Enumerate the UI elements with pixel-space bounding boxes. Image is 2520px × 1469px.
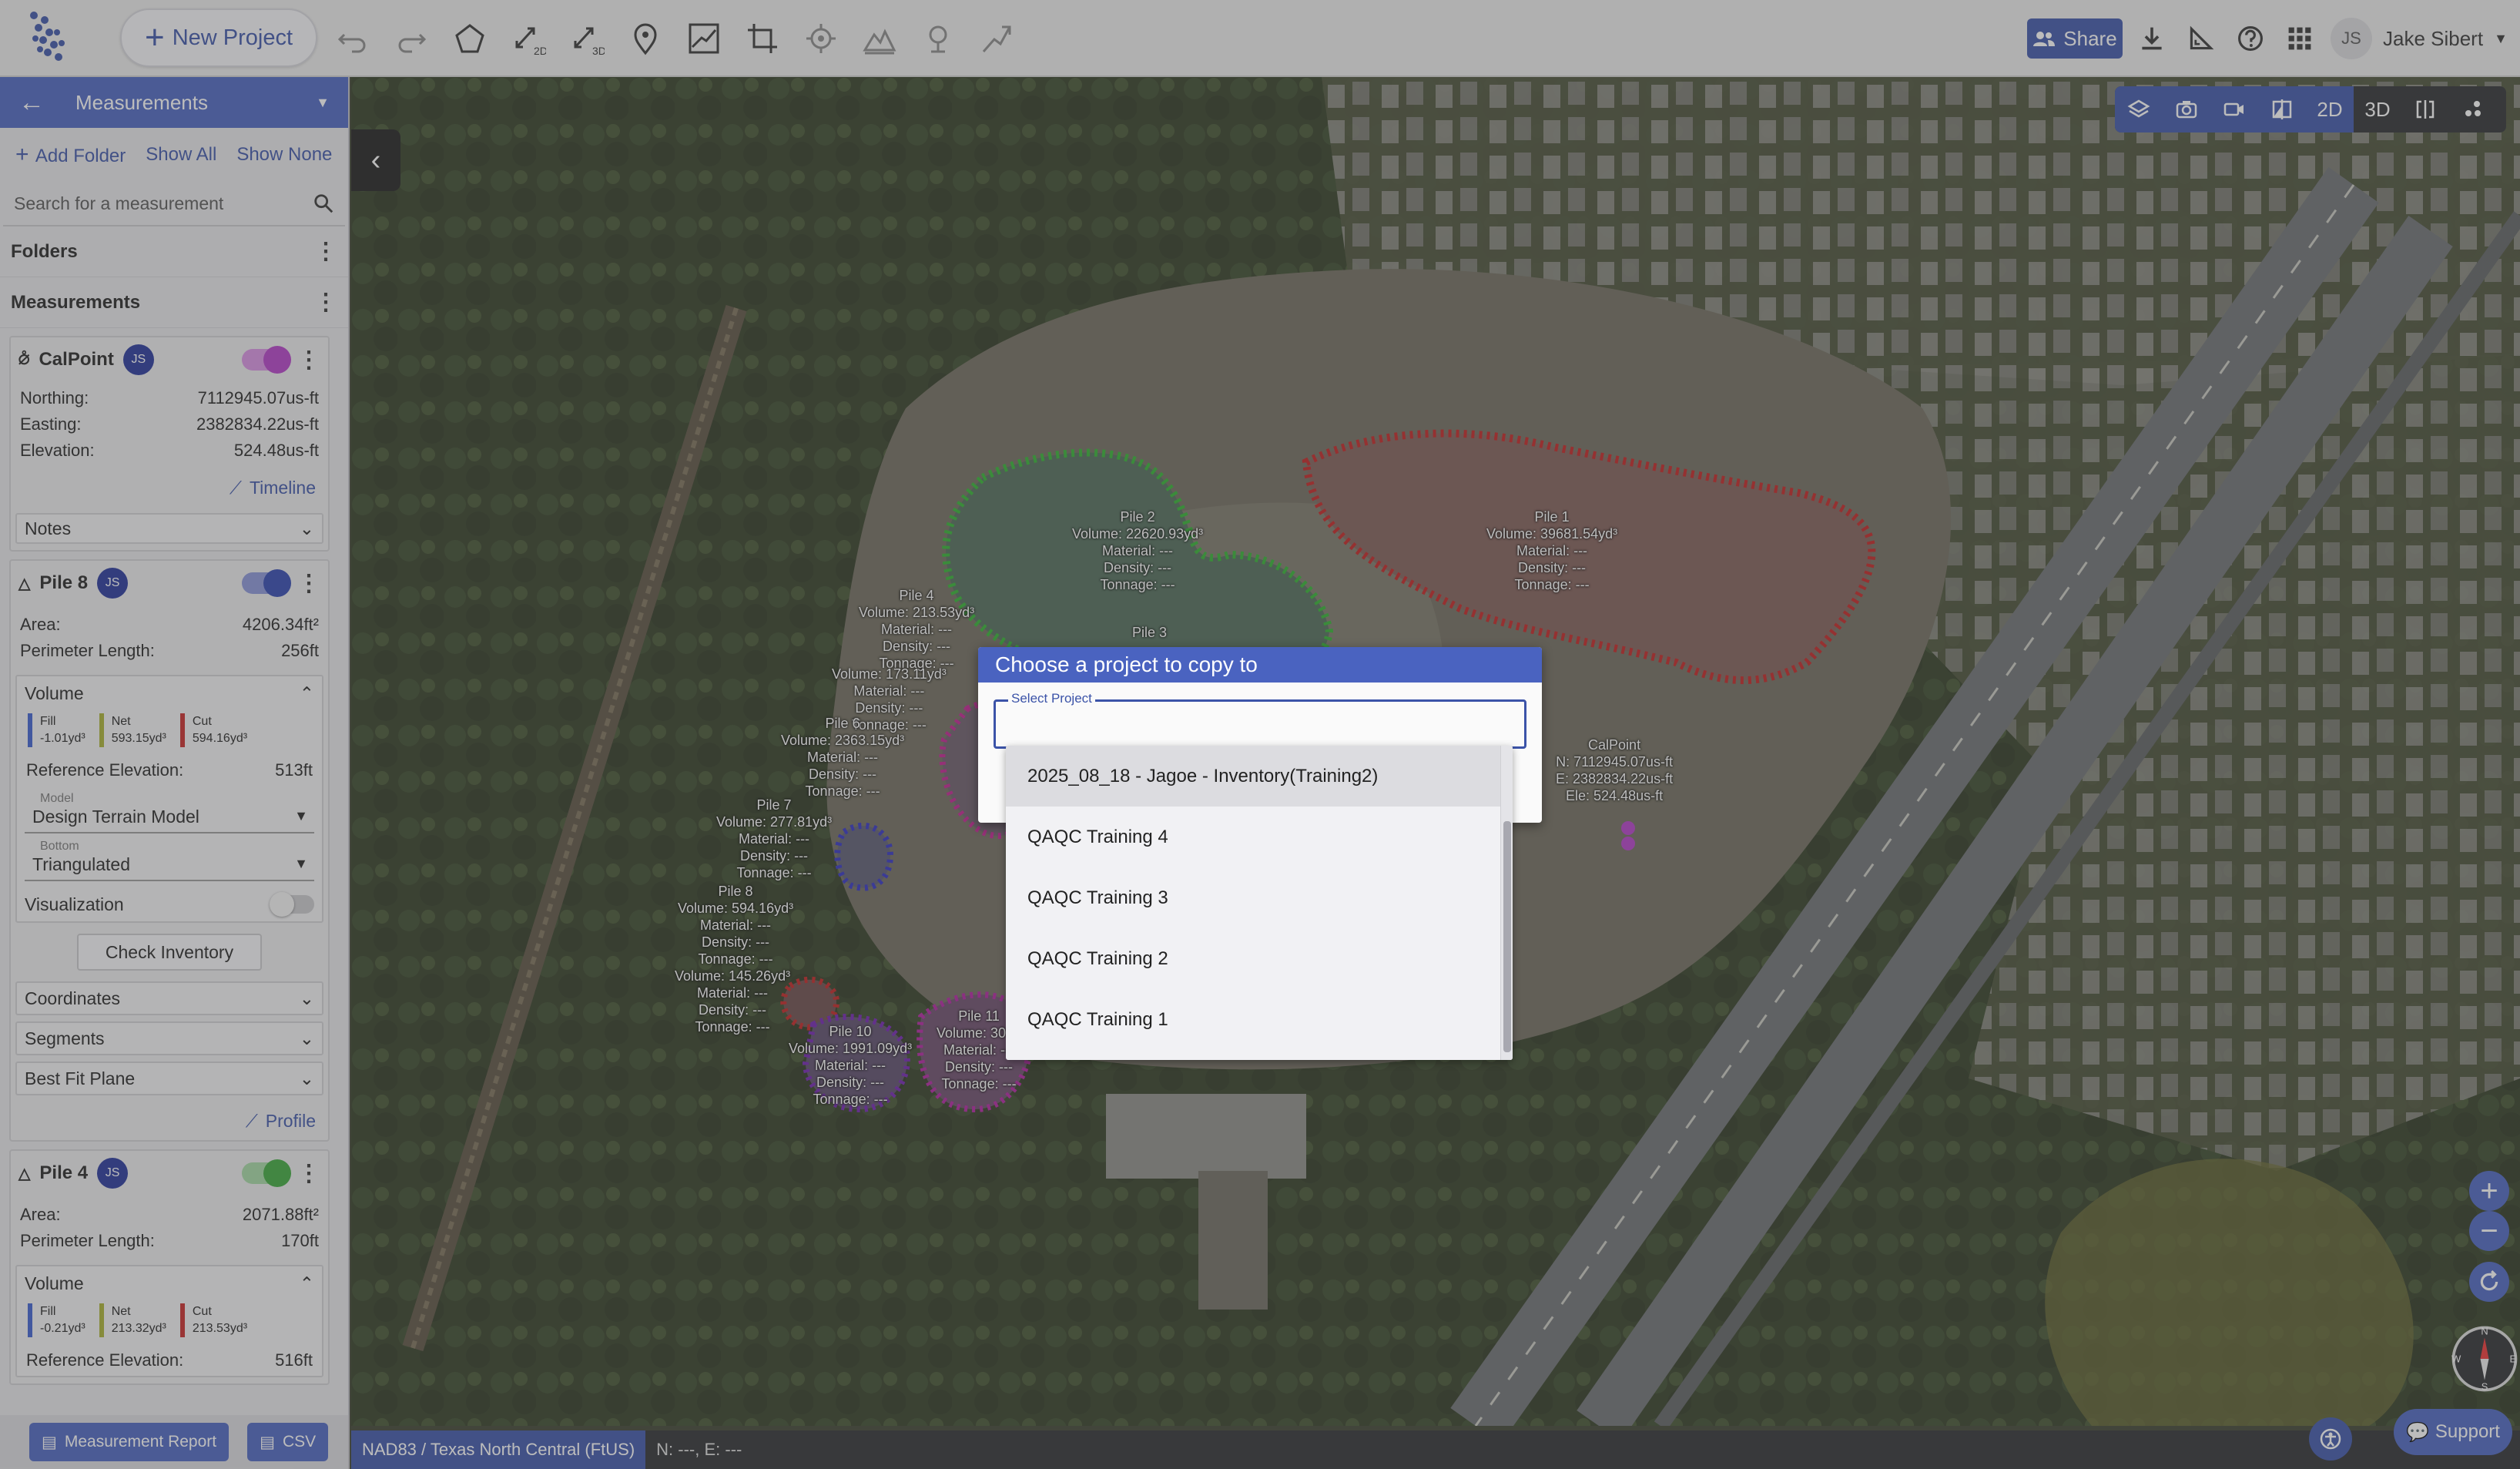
project-option[interactable]: QAQC Training 1 bbox=[1006, 989, 1513, 1050]
project-option[interactable]: QAQC Training 2 bbox=[1006, 928, 1513, 989]
project-options-list: 2025_08_18 - Jagoe - Inventory(Training2… bbox=[1006, 746, 1513, 1060]
options-scrollbar[interactable] bbox=[1500, 746, 1513, 1060]
select-project-label: Select Project bbox=[1008, 691, 1095, 706]
select-project-input[interactable]: Select Project bbox=[994, 691, 1526, 749]
project-option[interactable]: QAQC Training 3 bbox=[1006, 867, 1513, 928]
dialog-title: Choose a project to copy to bbox=[978, 647, 1542, 683]
project-option[interactable]: 2025_08_18 - Jagoe - Inventory(Training2… bbox=[1006, 746, 1513, 807]
project-option[interactable]: QAQC Training 4 bbox=[1006, 807, 1513, 867]
